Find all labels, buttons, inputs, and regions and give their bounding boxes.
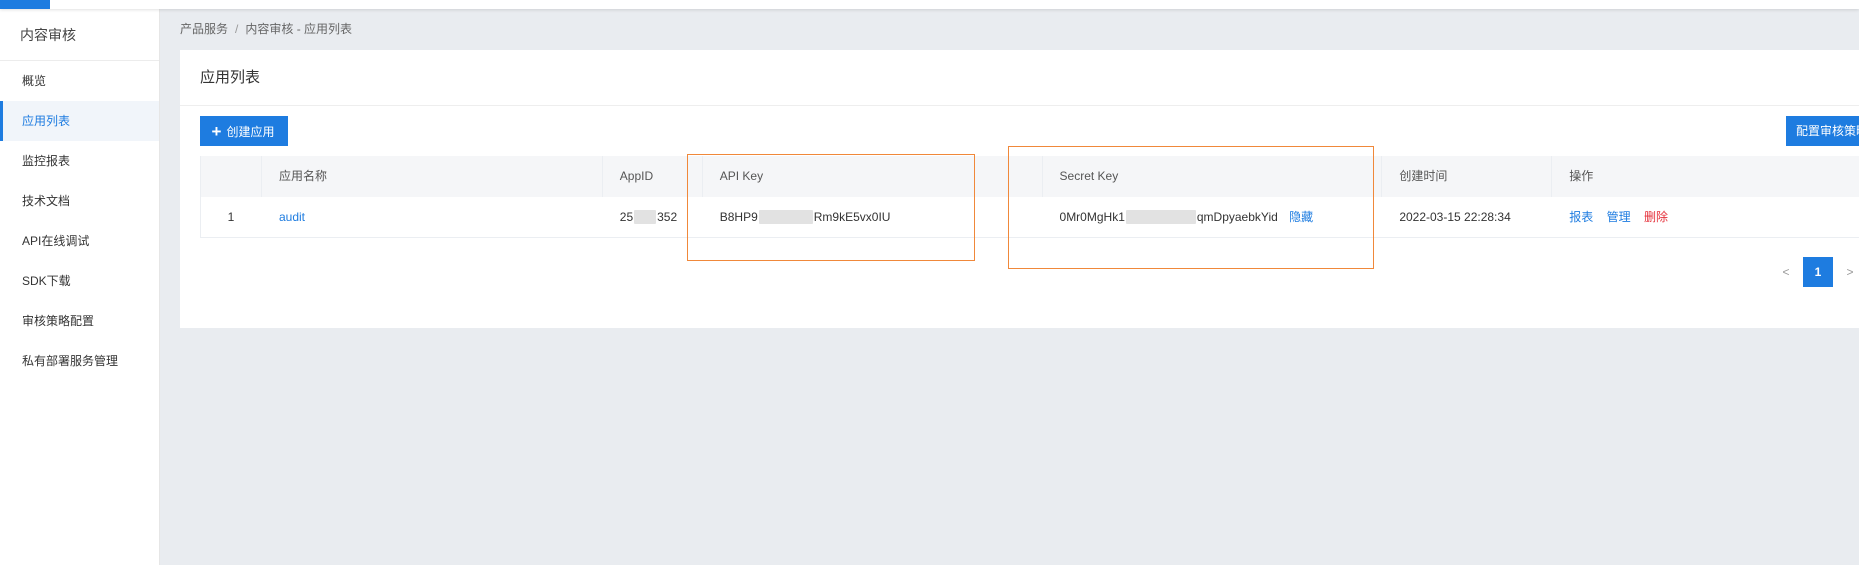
header-appid: AppID bbox=[601, 156, 702, 197]
sidebar-item-app-list[interactable]: 应用列表 bbox=[0, 101, 159, 141]
page-button-current[interactable]: 1 bbox=[1803, 257, 1833, 287]
config-policy-label: 配置审核策略 bbox=[1796, 124, 1859, 138]
header-index bbox=[201, 156, 261, 197]
report-link[interactable]: 报表 bbox=[1569, 210, 1593, 224]
header-operations: 操作 bbox=[1551, 156, 1859, 197]
row-appid: 25 352 bbox=[602, 197, 702, 237]
top-navbar bbox=[0, 0, 1859, 9]
row-created-time: 2022-03-15 22:28:34 bbox=[1399, 210, 1511, 224]
breadcrumb-current: 内容审核 - 应用列表 bbox=[245, 22, 353, 36]
api-key-start: B8HP9 bbox=[719, 210, 758, 224]
row-index: 1 bbox=[227, 210, 235, 224]
row-app-name: audit bbox=[261, 197, 602, 237]
redaction-blur bbox=[634, 209, 657, 224]
brand-accent bbox=[0, 0, 50, 9]
api-key-end: Rm9kE5vx0IU bbox=[813, 210, 891, 224]
breadcrumb: 产品服务 / 内容审核 - 应用列表 bbox=[180, 20, 352, 37]
breadcrumb-root[interactable]: 产品服务 bbox=[180, 22, 228, 36]
breadcrumb-separator: / bbox=[235, 22, 239, 36]
pagination: < 1 > bbox=[1777, 257, 1859, 287]
sidebar-title: 内容审核 bbox=[0, 9, 159, 61]
redaction-blur bbox=[1125, 209, 1196, 224]
sidebar-item-audit-policy[interactable]: 审核策略配置 bbox=[0, 301, 159, 341]
table-header: 应用名称 AppID API Key Secret Key 创建时间 操作 bbox=[200, 156, 1859, 197]
manage-link[interactable]: 管理 bbox=[1607, 210, 1631, 224]
header-created-time: 创建时间 bbox=[1381, 156, 1551, 197]
redaction-blur bbox=[758, 209, 813, 224]
app-list-panel: 应用列表 + 创建应用 配置审核策略 应用名称 AppID API Key Sec… bbox=[180, 50, 1859, 328]
row-secret-key: 0Mr0MgHk1 qmDpyaebkYid 隐藏 bbox=[1042, 197, 1382, 237]
app-table: 应用名称 AppID API Key Secret Key 创建时间 操作 1 … bbox=[200, 156, 1859, 238]
secret-key-end: qmDpyaebkYid bbox=[1196, 210, 1278, 224]
secret-key-start: 0Mr0MgHk1 bbox=[1059, 210, 1125, 224]
plus-icon: + bbox=[211, 122, 222, 141]
header-api-key: API Key bbox=[701, 156, 1042, 197]
sidebar-item-overview[interactable]: 概览 bbox=[0, 61, 159, 101]
row-api-key: B8HP9 Rm9kE5vx0IU bbox=[702, 197, 1042, 237]
row-operations: 报表 管理 删除 bbox=[1551, 197, 1859, 237]
header-app-name: 应用名称 bbox=[260, 156, 602, 197]
sidebar-item-api-debug[interactable]: API在线调试 bbox=[0, 221, 159, 261]
appid-end: 352 bbox=[657, 210, 678, 224]
sidebar-item-monitor-report[interactable]: 监控报表 bbox=[0, 141, 159, 181]
prev-page-button[interactable]: < bbox=[1777, 265, 1795, 279]
next-page-button[interactable]: > bbox=[1841, 265, 1859, 279]
page-title: 应用列表 bbox=[180, 50, 1859, 106]
appid-start: 25 bbox=[619, 210, 634, 224]
delete-link[interactable]: 删除 bbox=[1644, 210, 1668, 224]
sidebar-item-private-deploy[interactable]: 私有部署服务管理 bbox=[0, 341, 159, 381]
sidebar: 内容审核 概览 应用列表 监控报表 技术文档 API在线调试 SDK下载 审核策… bbox=[0, 9, 160, 565]
header-secret-key: Secret Key bbox=[1041, 156, 1382, 197]
create-app-button[interactable]: + 创建应用 bbox=[200, 116, 288, 146]
config-policy-button[interactable]: 配置审核策略 bbox=[1786, 116, 1859, 146]
create-app-label: 创建应用 bbox=[226, 125, 275, 139]
app-name-link[interactable]: audit bbox=[279, 210, 305, 224]
table-row: 1 audit 25 352 B8HP9 Rm9kE5vx0IU 0Mr0MgHk1… bbox=[200, 197, 1859, 238]
sidebar-item-sdk-download[interactable]: SDK下载 bbox=[0, 261, 159, 301]
sidebar-item-tech-docs[interactable]: 技术文档 bbox=[0, 181, 159, 221]
hide-secret-link[interactable]: 隐藏 bbox=[1289, 210, 1313, 224]
